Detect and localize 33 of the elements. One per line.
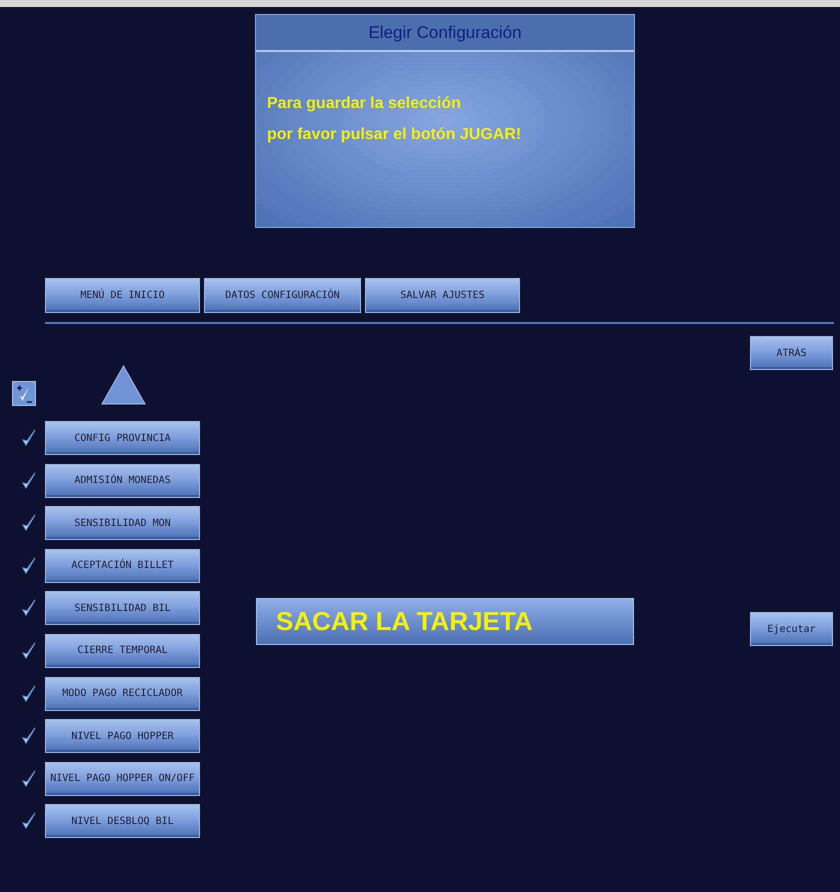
dialog-message: por favor pulsar el botón JUGAR! — [267, 125, 522, 144]
checkmark-icon — [22, 770, 36, 788]
option-button[interactable]: NIVEL PAGO HOPPER ON/OFF — [45, 762, 200, 796]
plus-check-minus-icon — [14, 384, 34, 404]
nav-button[interactable]: MENÚ DE INICIO — [45, 278, 200, 313]
option-button[interactable]: NIVEL PAGO HOPPER — [45, 719, 200, 754]
execute-button[interactable]: Ejecutar — [750, 612, 833, 646]
dialog-message: Para guardar la selección — [267, 94, 462, 113]
option-button[interactable]: CONFIG PROVINCIA — [45, 421, 200, 455]
checkmark-icon — [22, 599, 36, 618]
nav-button[interactable]: DATOS CONFIGURACIÓN — [204, 278, 361, 313]
option-button[interactable]: SENSIBILIDAD MON — [45, 506, 200, 540]
checkmark-icon — [22, 684, 36, 703]
checkmark-icon — [22, 472, 36, 490]
checkmark-icon — [22, 429, 36, 447]
checkmark-icon — [22, 642, 36, 660]
scroll-up-button[interactable] — [101, 365, 146, 405]
checkmark-icon — [22, 514, 36, 532]
option-button[interactable]: SENSIBILIDAD BIL — [45, 591, 200, 626]
option-button[interactable]: CIERRE TEMPORAL — [45, 634, 200, 668]
triangle-up-icon — [101, 365, 146, 405]
message-text: SACAR LA TARJETA — [276, 605, 533, 638]
dialog-title: Elegir Configuración — [368, 22, 522, 44]
option-button[interactable]: NIVEL DESBLOQ BIL — [45, 804, 200, 838]
option-button[interactable]: ACEPTACIÓN BILLET — [45, 548, 200, 583]
back-button[interactable]: ATRÁS — [750, 336, 833, 370]
option-button[interactable]: ADMISIÓN MONEDAS — [45, 464, 200, 498]
option-button[interactable]: MODO PAGO RECICLADOR — [45, 676, 200, 711]
toggle-all-button[interactable] — [12, 381, 36, 406]
nav-button[interactable]: SALVAR AJUSTES — [365, 278, 520, 313]
checkmark-icon — [22, 556, 36, 575]
checkmark-icon — [22, 812, 36, 830]
checkmark-icon — [22, 727, 36, 746]
